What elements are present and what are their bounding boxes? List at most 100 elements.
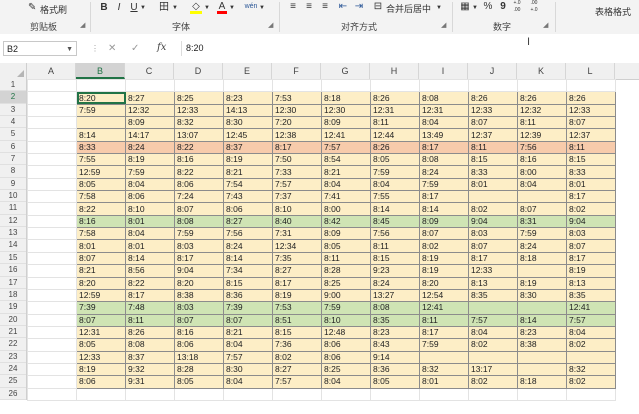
drag-handle-icon[interactable]: ⋮ xyxy=(91,43,99,55)
cell-k7[interactable]: 8:16 xyxy=(517,153,567,167)
cell-i16[interactable]: 8:19 xyxy=(419,264,469,278)
cell-c23[interactable]: 8:37 xyxy=(125,350,175,364)
cell-b9[interactable]: 8:05 xyxy=(76,177,126,192)
cell-j26[interactable] xyxy=(468,387,518,401)
cell-f18[interactable]: 8:19 xyxy=(272,288,322,303)
cell-g19[interactable]: 7:59 xyxy=(321,301,371,315)
increase-indent-icon[interactable]: ⇥ xyxy=(353,0,365,14)
cell-i12[interactable]: 8:09 xyxy=(419,214,469,229)
cell-l7[interactable]: 8:15 xyxy=(566,153,616,167)
cell-h8[interactable]: 7:59 xyxy=(370,165,420,179)
cell-e21[interactable]: 8:21 xyxy=(223,325,273,340)
cell-d18[interactable]: 8:38 xyxy=(174,288,224,303)
cell-b11[interactable]: 8:22 xyxy=(76,202,126,216)
cell-a2[interactable] xyxy=(27,91,77,105)
align-right-icon[interactable]: ≡ xyxy=(319,0,331,14)
row-header-24[interactable]: 24 xyxy=(0,363,26,376)
cell-f7[interactable]: 7:50 xyxy=(272,153,322,167)
cell-a7[interactable] xyxy=(27,153,77,167)
cell-j10[interactable] xyxy=(468,190,518,204)
cell-f14[interactable]: 12:34 xyxy=(272,239,322,253)
cell-d2[interactable]: 8:25 xyxy=(174,91,224,105)
border-dropdown-icon[interactable]: ▼ xyxy=(172,1,178,15)
cell-h25[interactable]: 8:05 xyxy=(370,375,420,389)
decrease-indent-icon[interactable]: ⇤ xyxy=(337,0,349,14)
merge-center-button[interactable]: 合并后居中 xyxy=(386,2,431,15)
column-header-l[interactable]: L xyxy=(566,63,615,79)
cell-g8[interactable]: 8:21 xyxy=(321,165,371,179)
cell-b8[interactable]: 12:59 xyxy=(76,165,126,179)
column-header-d[interactable]: D xyxy=(174,63,223,79)
cell-f19[interactable]: 7:53 xyxy=(272,301,322,315)
increase-decimal-button[interactable]: +.0 .00 xyxy=(510,0,524,14)
cell-l6[interactable]: 8:11 xyxy=(566,140,616,155)
cell-d3[interactable]: 12:33 xyxy=(174,103,224,118)
cell-l14[interactable]: 8:07 xyxy=(566,239,616,253)
cell-j6[interactable]: 8:11 xyxy=(468,140,518,155)
cell-e4[interactable]: 8:30 xyxy=(223,116,273,130)
cell-j25[interactable]: 8:02 xyxy=(468,375,518,389)
cell-l3[interactable]: 12:33 xyxy=(566,103,616,118)
cell-a6[interactable] xyxy=(27,140,77,155)
cell-c22[interactable]: 8:08 xyxy=(125,338,175,352)
column-header-k[interactable]: K xyxy=(517,63,566,79)
cell-c17[interactable]: 8:22 xyxy=(125,276,175,290)
cell-l19[interactable]: 12:41 xyxy=(566,301,616,315)
cell-a13[interactable] xyxy=(27,227,77,241)
cell-l11[interactable]: 8:02 xyxy=(566,202,616,216)
cell-j13[interactable]: 8:03 xyxy=(468,227,518,241)
clipboard-launcher-icon[interactable]: ◢ xyxy=(80,22,87,29)
cell-c14[interactable]: 8:01 xyxy=(125,239,175,253)
cell-e13[interactable]: 7:56 xyxy=(223,227,273,241)
cell-k16[interactable] xyxy=(517,264,567,278)
font-color-button[interactable]: A xyxy=(217,0,227,14)
cell-e17[interactable]: 8:15 xyxy=(223,276,273,290)
cell-i7[interactable]: 8:08 xyxy=(419,153,469,167)
cell-d8[interactable]: 8:22 xyxy=(174,165,224,179)
cell-d23[interactable]: 13:18 xyxy=(174,350,224,364)
merge-dropdown-icon[interactable]: ▼ xyxy=(436,1,442,15)
cell-g4[interactable]: 8:09 xyxy=(321,116,371,130)
cell-f15[interactable]: 7:35 xyxy=(272,251,322,266)
cell-e16[interactable]: 7:34 xyxy=(223,264,273,278)
cell-f4[interactable]: 7:20 xyxy=(272,116,322,130)
row-header-1[interactable]: 1 xyxy=(0,79,26,92)
row-header-11[interactable]: 11 xyxy=(0,202,26,215)
phonetic-dropdown-icon[interactable]: ▼ xyxy=(259,1,265,15)
cell-e10[interactable]: 7:43 xyxy=(223,190,273,204)
cell-i13[interactable]: 8:07 xyxy=(419,227,469,241)
cell-h15[interactable]: 8:15 xyxy=(370,251,420,266)
cell-e5[interactable]: 12:45 xyxy=(223,128,273,142)
cell-e8[interactable]: 8:21 xyxy=(223,165,273,179)
cell-d9[interactable]: 8:06 xyxy=(174,177,224,192)
cell-k22[interactable]: 8:38 xyxy=(517,338,567,352)
cell-c12[interactable]: 8:01 xyxy=(125,214,175,229)
cell-c24[interactable]: 9:32 xyxy=(125,362,175,377)
cell-f2[interactable]: 7:53 xyxy=(272,91,322,105)
cell-d15[interactable]: 8:17 xyxy=(174,251,224,266)
cell-c26[interactable] xyxy=(125,387,175,401)
cell-h1[interactable] xyxy=(370,78,420,93)
cell-g13[interactable]: 8:09 xyxy=(321,227,371,241)
cell-l20[interactable]: 7:57 xyxy=(566,313,616,327)
cell-c18[interactable]: 8:17 xyxy=(125,288,175,303)
column-header-f[interactable]: F xyxy=(272,63,321,79)
cell-f9[interactable]: 7:57 xyxy=(272,177,322,192)
align-left-icon[interactable]: ≡ xyxy=(287,0,299,14)
cell-l24[interactable]: 8:32 xyxy=(566,362,616,377)
cell-e1[interactable] xyxy=(223,78,273,93)
select-all-button[interactable] xyxy=(0,63,27,79)
font-color-dropdown-icon[interactable]: ▼ xyxy=(229,1,235,15)
cell-b25[interactable]: 8:06 xyxy=(76,375,126,389)
cell-c2[interactable]: 8:27 xyxy=(125,91,175,105)
cell-j7[interactable]: 8:15 xyxy=(468,153,518,167)
cell-l1[interactable] xyxy=(566,78,616,93)
cell-j23[interactable] xyxy=(468,350,518,364)
cell-c25[interactable]: 9:31 xyxy=(125,375,175,389)
cell-h16[interactable]: 9:23 xyxy=(370,264,420,278)
cell-k19[interactable] xyxy=(517,301,567,315)
cell-j1[interactable] xyxy=(468,78,518,93)
cell-g15[interactable]: 8:11 xyxy=(321,251,371,266)
cell-l13[interactable]: 8:03 xyxy=(566,227,616,241)
accounting-dropdown-icon[interactable]: ▼ xyxy=(472,1,478,15)
